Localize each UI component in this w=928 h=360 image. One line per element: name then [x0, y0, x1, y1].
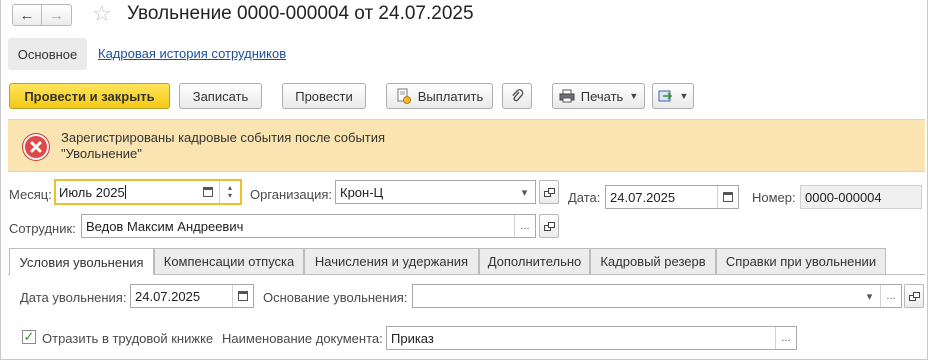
export-icon [658, 90, 672, 102]
number-field[interactable]: 0000-000004 [800, 185, 922, 209]
dismissal-date-calendar-button[interactable] [232, 285, 253, 307]
document-name-label: Наименование документа: [222, 331, 383, 346]
workbook-label[interactable]: Отразить в трудовой книжке [42, 331, 213, 346]
tab-dismissal-conditions[interactable]: Условия увольнения [9, 248, 154, 275]
chevron-down-icon: ▼ [679, 91, 689, 101]
organization-value: Крон-Ц [340, 184, 384, 200]
dismissal-basis-label: Основание увольнения: [263, 290, 408, 305]
month-value: Июль 2025 [59, 184, 125, 200]
employee-select-button[interactable]: ... [514, 215, 535, 237]
organization-dropdown[interactable]: ▾ [514, 181, 535, 203]
dismissal-date-value: 24.07.2025 [135, 288, 201, 304]
pay-button[interactable]: Выплатить [386, 83, 493, 109]
employee-value: Ведов Максим Андреевич [86, 218, 244, 234]
employee-field[interactable]: Ведов Максим Андреевич ... [81, 214, 536, 238]
tab-accruals-deductions[interactable]: Начисления и удержания [304, 248, 479, 274]
tab-vacation-compensation[interactable]: Компенсации отпуска [154, 248, 304, 274]
date-value: 24.07.2025 [610, 189, 676, 205]
document-name-select-button[interactable]: ... [775, 327, 796, 349]
chevron-down-icon: ▼ [629, 91, 639, 101]
employee-open-button[interactable] [539, 214, 559, 238]
warning-line-2: "Увольнение" [61, 146, 142, 161]
dismissal-basis-dropdown[interactable]: ▾ [859, 285, 880, 307]
arrow-left-icon: ← [19, 6, 35, 24]
employee-label: Сотрудник: [9, 221, 76, 236]
more-actions-button[interactable]: ▼ [652, 83, 694, 109]
warning-panel: Зарегистрированы кадровые события после … [8, 119, 925, 172]
dismissal-basis-select-button[interactable]: ... [880, 285, 901, 307]
date-calendar-button[interactable] [717, 186, 738, 208]
month-input[interactable]: Июль 2025 ▴ ▾ [54, 179, 242, 205]
text-cursor [124, 185, 126, 199]
print-button-label: Печать [580, 88, 624, 104]
tab-dismissal-certificates[interactable]: Справки при увольнении [716, 248, 886, 274]
warning-message: Зарегистрированы кадровые события после … [61, 130, 385, 162]
open-icon [908, 291, 920, 301]
ellipsis-icon: ... [781, 332, 791, 344]
ellipsis-icon: ... [520, 220, 530, 232]
printer-icon [559, 89, 575, 103]
checkmark-icon: ✓ [23, 329, 35, 344]
calendar-icon [238, 291, 248, 301]
month-label: Месяц: [9, 187, 52, 202]
organization-field[interactable]: Крон-Ц ▾ [335, 180, 536, 204]
date-field[interactable]: 24.07.2025 [605, 185, 739, 209]
document-name-value: Приказ [391, 330, 434, 346]
number-value: 0000-000004 [805, 189, 882, 205]
chevron-down-icon: ▾ [866, 290, 873, 303]
page-title: Увольнение 0000-000004 от 24.07.2025 [127, 3, 474, 24]
calendar-button[interactable] [197, 181, 218, 203]
organization-open-button[interactable] [539, 180, 559, 204]
open-icon [543, 187, 555, 197]
dismissal-date-label: Дата увольнения: [20, 290, 127, 305]
form-window: ← → ☆ Увольнение 0000-000004 от 24.07.20… [0, 0, 928, 360]
nav-main-tab[interactable]: Основное [8, 38, 87, 70]
print-button[interactable]: Печать ▼ [552, 83, 645, 109]
month-spinner[interactable]: ▴ ▾ [219, 181, 240, 203]
back-button[interactable]: ← [12, 4, 42, 26]
document-name-field[interactable]: Приказ ... [386, 326, 797, 350]
payment-document-icon [397, 88, 411, 104]
save-button[interactable]: Записать [179, 83, 262, 109]
tab-personnel-reserve[interactable]: Кадровый резерв [590, 248, 716, 274]
calendar-icon [202, 187, 213, 197]
dismissal-date-field[interactable]: 24.07.2025 [130, 284, 254, 308]
dismissal-basis-field[interactable]: ▾ ... [412, 284, 902, 308]
warning-line-1: Зарегистрированы кадровые события после … [61, 130, 386, 145]
pay-button-label: Выплатить [417, 88, 484, 104]
arrow-right-icon: → [49, 6, 64, 24]
tab-additional[interactable]: Дополнительно [479, 248, 590, 274]
paperclip-icon [512, 89, 524, 102]
date-label: Дата: [568, 190, 601, 205]
ellipsis-icon: ... [886, 290, 896, 302]
organization-label: Организация: [250, 187, 333, 202]
dismissal-basis-open-button[interactable] [904, 284, 924, 308]
error-icon [23, 134, 49, 160]
forward-button[interactable]: → [42, 4, 72, 26]
workbook-checkbox[interactable]: ✓ [22, 330, 36, 344]
star-icon[interactable]: ☆ [92, 3, 112, 25]
open-icon [543, 221, 555, 231]
attach-button[interactable] [502, 83, 532, 109]
post-button[interactable]: Провести [282, 83, 366, 109]
hr-history-link[interactable]: Кадровая история сотрудников [98, 46, 286, 61]
spin-down-icon[interactable]: ▾ [228, 192, 232, 200]
calendar-icon [723, 192, 733, 202]
post-and-close-button[interactable]: Провести и закрыть [9, 83, 170, 109]
chevron-down-icon: ▾ [521, 186, 528, 199]
number-label: Номер: [752, 190, 796, 205]
